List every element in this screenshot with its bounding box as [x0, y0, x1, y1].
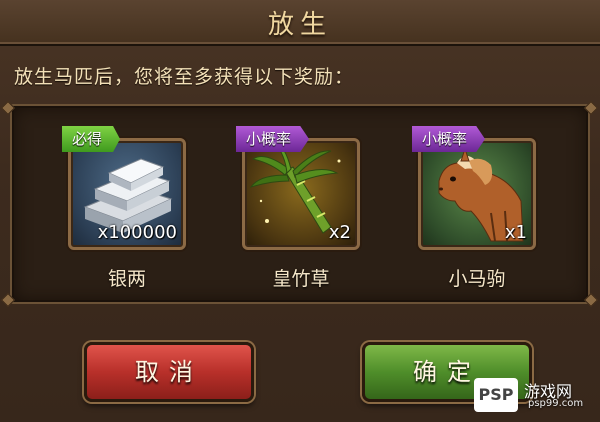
reward-count: x2	[328, 222, 351, 243]
low-chance-badge: 小概率	[412, 126, 486, 152]
reward-count: x100000	[97, 222, 177, 243]
watermark-url: psp99.com	[528, 398, 584, 409]
reward-item-frame: x1	[418, 138, 536, 250]
cancel-button[interactable]: 取消	[84, 342, 254, 402]
guaranteed-badge: 必得	[62, 126, 121, 152]
reward-item-silver[interactable]: x100000 必得 银两	[62, 126, 186, 290]
reward-item-foal[interactable]: x1 小概率 小马驹	[412, 126, 536, 290]
release-horse-dialog: 放生 放生马匹后，您将至多获得以下奖励： x100000 必得 银两 x2 小概…	[0, 0, 600, 422]
reward-description: 放生马匹后，您将至多获得以下奖励：	[14, 66, 355, 88]
reward-item-frame: x100000	[68, 138, 186, 250]
low-chance-badge: 小概率	[236, 126, 310, 152]
reward-item-frame: x2	[242, 138, 360, 250]
reward-count: x1	[504, 222, 527, 243]
title-bar: 放生	[0, 0, 600, 44]
watermark-logo: PSP	[474, 378, 518, 412]
reward-name: 银两	[107, 268, 146, 290]
reward-name: 皇竹草	[272, 268, 330, 290]
dialog-title: 放生	[267, 10, 332, 40]
reward-item-bamboo-grass[interactable]: x2 小概率 皇竹草	[236, 126, 360, 290]
reward-name: 小马驹	[448, 268, 506, 290]
